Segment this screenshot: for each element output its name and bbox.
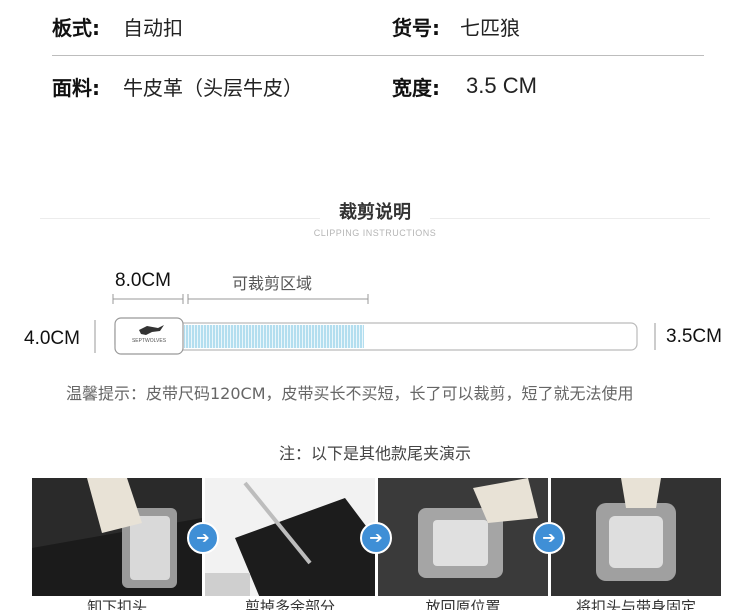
step-caption-2: 剪掉多余部分 [205,596,375,610]
step-1-illustration [32,478,202,610]
demo-note: 注：以下是其他款尾夹演示 [278,444,471,463]
step-photo-4: 将扣头与带身固定 [551,478,721,610]
buckle [114,317,184,355]
material-label: 面料: [52,76,100,100]
arrow-right-icon: ➔ [187,522,219,554]
arrow-right-icon: ➔ [360,522,392,554]
step-photo-3: 放回原位置 [378,478,548,610]
cut-area [184,325,364,348]
step-2-illustration [205,478,375,610]
clipping-title: 裁剪说明 [339,202,411,223]
width-label: 宽度: [392,76,440,100]
left-height-label: 4.0CM [24,328,80,349]
belt-diagram [94,294,656,355]
size-tip: 温馨提示：皮带尺码120CM，皮带买长不买短，长了可以裁剪，短了就无法使用 [66,384,634,403]
style-value: 自动扣 [123,16,183,40]
step-photo-1: 卸下扣头 [32,478,202,610]
material-value: 牛皮革（头层牛皮） [123,76,303,100]
step-caption-4: 将扣头与带身固定 [551,596,721,610]
right-width-label: 3.5CM [666,326,722,347]
title-rule-left [40,218,320,219]
buckle-brand-text: SEPTWOLVES [131,338,167,344]
style-label: 板式: [52,16,100,40]
clipping-subtitle: CLIPPING INSTRUCTIONS [313,228,437,238]
buckle-measure-line [112,294,184,304]
step-caption-3: 放回原位置 [378,596,548,610]
spec-divider [52,55,704,56]
title-rule-right [430,218,710,219]
item-number-label: 货号: [392,16,440,40]
width-value: 3.5 CM [466,73,537,98]
step-caption-1: 卸下扣头 [32,596,202,610]
step-4-illustration [551,478,721,610]
item-number-value: 七匹狼 [460,16,520,40]
arrow-right-icon: ➔ [533,522,565,554]
step-photo-2: 剪掉多余部分 [205,478,375,610]
step-3-illustration [378,478,548,610]
cut-area-measure-line [187,294,369,304]
